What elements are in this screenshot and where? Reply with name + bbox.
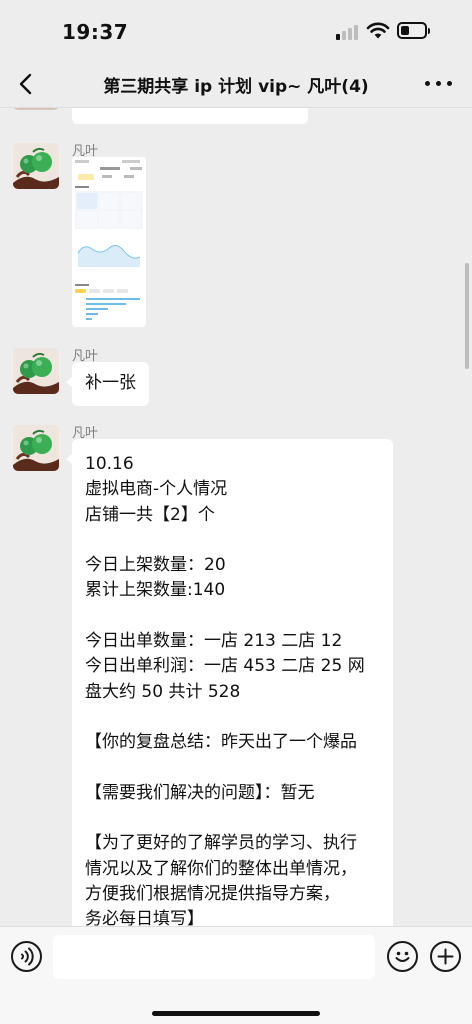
dashboard-screenshot-thumbnail [72, 157, 146, 327]
chevron-left-icon[interactable] [14, 70, 38, 98]
jade-ornament-avatar [13, 348, 59, 394]
battery-icon [397, 22, 430, 39]
smiley-glyph [395, 951, 410, 962]
text-message-bubble[interactable]: 补一张 [66, 362, 149, 406]
wifi-icon [366, 22, 390, 39]
plus-glyph [437, 948, 454, 965]
jade-ornament-avatar [13, 143, 59, 189]
status-bar: 19:37 [0, 0, 472, 60]
message-list[interactable]: 凡叶 凡叶 补一张 凡叶 10.16 虚拟电商-个人情况 店铺一共【2】个 今日… [0, 60, 472, 926]
status-time: 19:37 [62, 20, 129, 44]
image-message[interactable] [72, 157, 146, 327]
voice-wave-glyph [21, 947, 34, 966]
jade-ornament-avatar [13, 425, 59, 471]
message-text: 10.16 虚拟电商-个人情况 店铺一共【2】个 今日上架数量：20 累计上架数… [85, 454, 365, 926]
emoji-icon[interactable] [387, 941, 418, 972]
input-bar [0, 926, 472, 1024]
message-text: 补一张 [85, 373, 136, 393]
voice-icon[interactable] [11, 941, 42, 972]
avatar[interactable] [13, 425, 59, 471]
scrollbar[interactable] [465, 263, 469, 369]
text-message-bubble[interactable]: 10.16 虚拟电商-个人情况 店铺一共【2】个 今日上架数量：20 累计上架数… [66, 439, 393, 926]
avatar[interactable] [13, 348, 59, 394]
ellipsis-icon[interactable] [424, 71, 454, 95]
cellular-signal-icon [336, 24, 360, 40]
avatar[interactable] [13, 143, 59, 189]
plus-icon[interactable] [430, 941, 461, 972]
chat-header: 第三期共享 ip 计划 vip~ 凡叶(4) [0, 60, 472, 108]
home-indicator[interactable] [152, 1011, 320, 1016]
chat-title: 第三期共享 ip 计划 vip~ 凡叶(4) [103, 77, 369, 97]
message-input[interactable] [53, 935, 375, 979]
